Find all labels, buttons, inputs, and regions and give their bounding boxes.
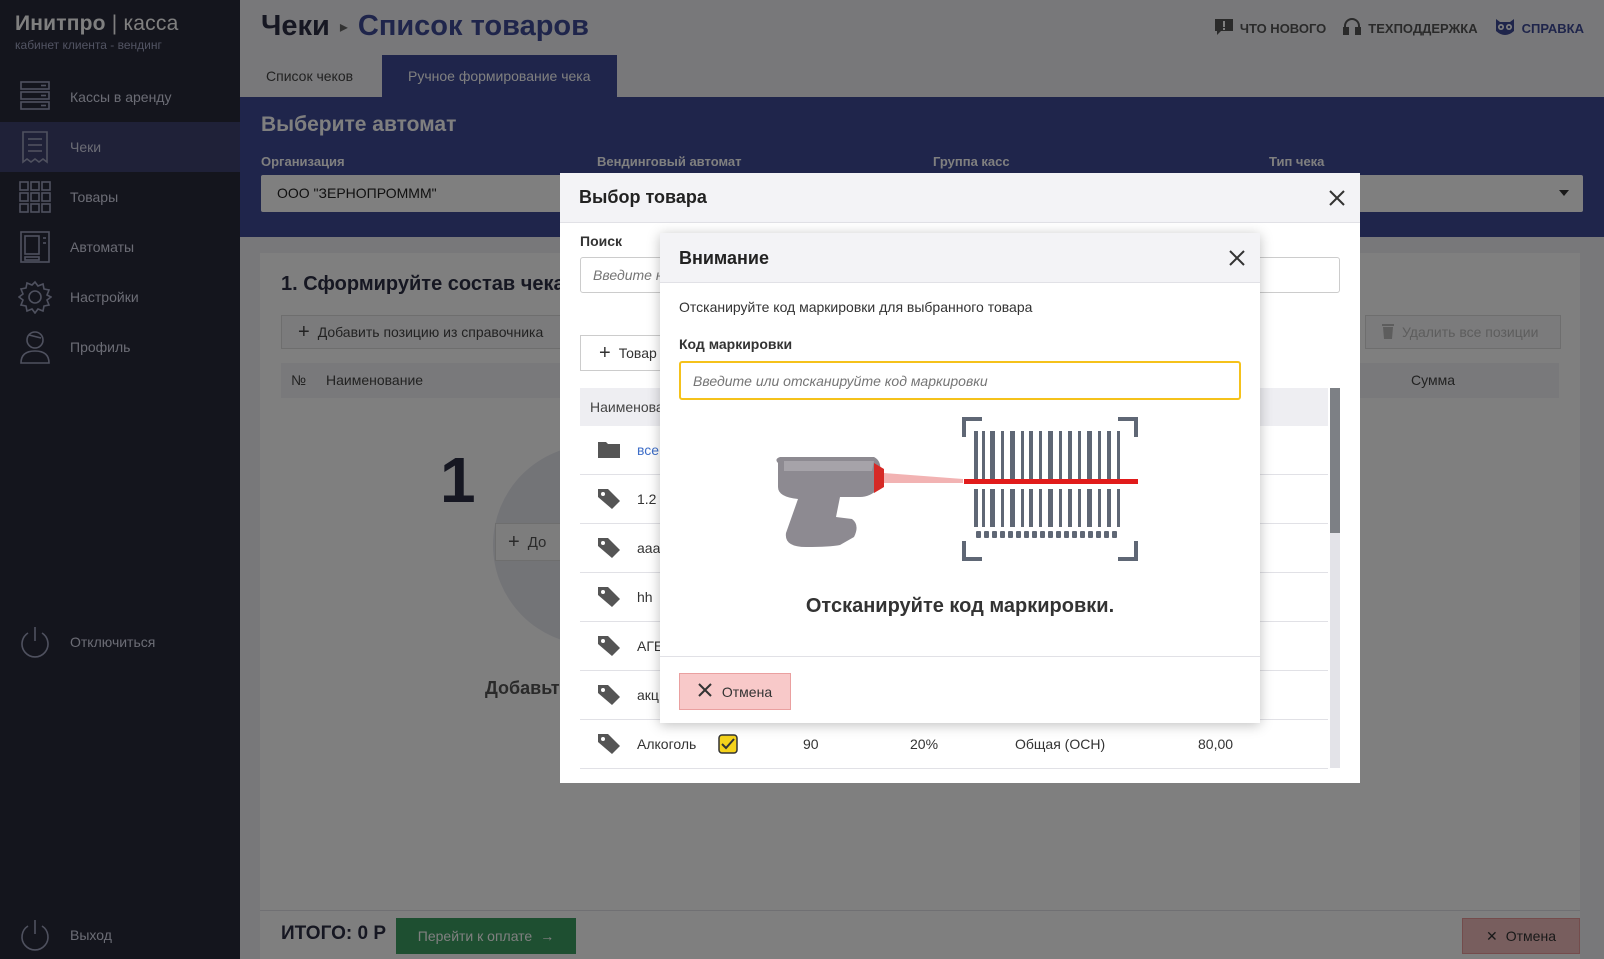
search-label: Поиск bbox=[580, 233, 623, 249]
product-name: hh bbox=[637, 589, 653, 605]
product-vat: 20% bbox=[910, 736, 939, 752]
product-list-scrollbar[interactable] bbox=[1330, 388, 1340, 768]
col-name: Наименова bbox=[590, 399, 664, 415]
folder-icon bbox=[598, 440, 620, 461]
tag-icon bbox=[598, 734, 620, 757]
close-icon[interactable] bbox=[1228, 249, 1246, 267]
attention-modal-title: Внимание bbox=[679, 248, 769, 268]
tag-icon bbox=[598, 636, 620, 659]
plus-icon: + bbox=[599, 341, 611, 364]
close-icon bbox=[698, 683, 712, 700]
tag-icon bbox=[598, 489, 620, 512]
product-tax-system: Общая (ОСН) bbox=[1015, 736, 1106, 752]
marking-code-input[interactable] bbox=[679, 361, 1241, 400]
scan-instruction: Отсканируйте код маркировки. bbox=[805, 595, 1115, 617]
product-qty: 90 bbox=[803, 736, 819, 752]
tag-icon bbox=[598, 685, 620, 708]
product-name: Алкоголь bbox=[637, 736, 697, 752]
tag-icon bbox=[598, 538, 620, 561]
scrollbar-thumb[interactable] bbox=[1330, 388, 1340, 533]
product-name: все bbox=[637, 442, 660, 458]
product-name: 1.2 bbox=[637, 491, 657, 507]
product-name: акц bbox=[637, 687, 659, 703]
add-product-label: Товар bbox=[618, 345, 657, 361]
product-modal-title: Выбор товара bbox=[579, 187, 707, 207]
close-icon[interactable] bbox=[1328, 189, 1346, 207]
product-name: aaa bbox=[637, 540, 661, 556]
product-modal-header: Выбор товара bbox=[560, 173, 1360, 223]
product-price: 80,00 bbox=[1198, 736, 1234, 752]
cancel-button[interactable]: Отмена bbox=[679, 673, 791, 710]
marked-goods-icon bbox=[718, 734, 738, 757]
table-row[interactable]: Алкоголь 90 20% Общая (ОСН) 80,00 bbox=[580, 720, 1328, 769]
marking-code-label: Код маркировки bbox=[679, 336, 793, 352]
attention-description: Отсканируйте код маркировки для выбранно… bbox=[679, 299, 1033, 315]
barcode-scanner-illustration bbox=[770, 413, 1150, 583]
attention-modal: Внимание Отсканируйте код маркировки для… bbox=[660, 233, 1260, 723]
cancel-label: Отмена bbox=[721, 683, 773, 700]
tag-icon bbox=[598, 587, 620, 610]
attention-modal-footer: Отмена bbox=[660, 656, 1260, 723]
attention-modal-header: Внимание bbox=[660, 233, 1260, 283]
